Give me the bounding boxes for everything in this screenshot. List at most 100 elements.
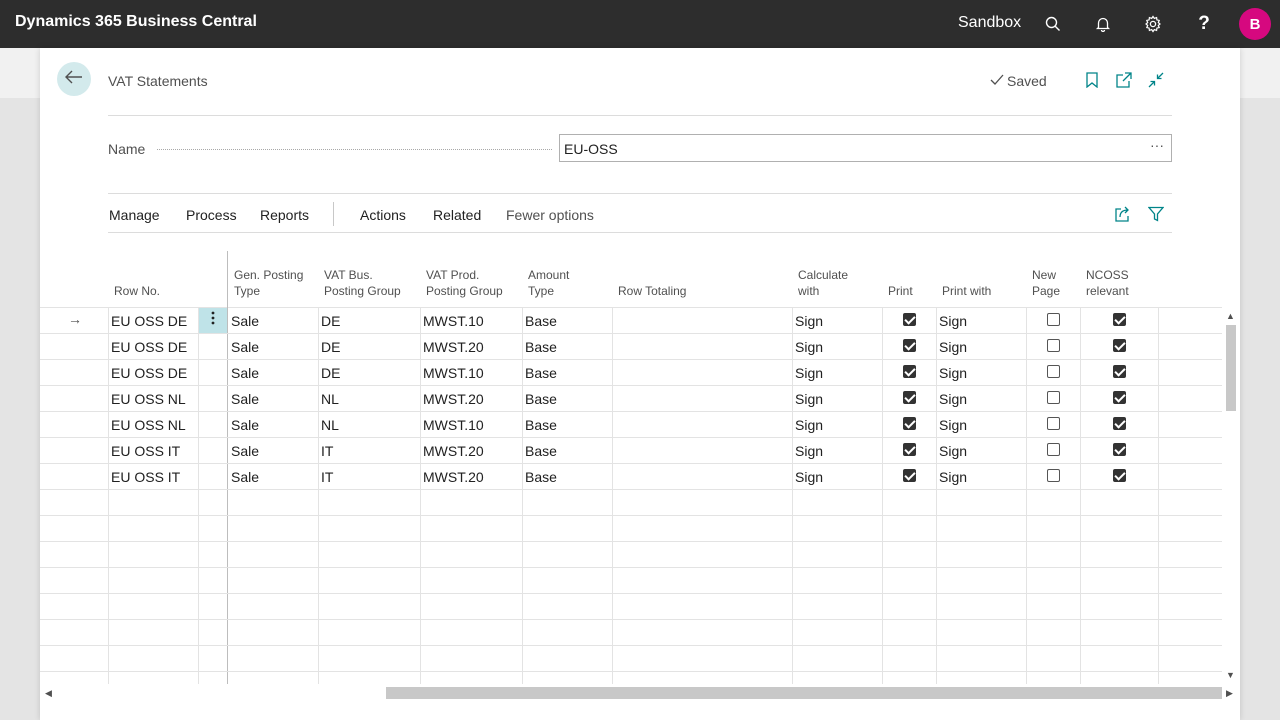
col-header-gen-posting-type[interactable]: Gen. Posting Type [234,267,303,299]
cell-row-no[interactable]: EU OSS IT [111,469,180,485]
checkbox-ncoss[interactable] [1113,417,1126,430]
checkbox-print[interactable] [903,443,916,456]
cell-gen-posting-type[interactable]: Sale [231,443,259,459]
cell-print-with[interactable]: Sign [939,469,967,485]
cell-gen-posting-type[interactable]: Sale [231,313,259,329]
cell-amount-type[interactable]: Base [525,339,557,355]
cell-print-with[interactable]: Sign [939,443,967,459]
action-fewer-options[interactable]: Fewer options [506,207,594,223]
vertical-scroll-thumb[interactable] [1226,325,1236,411]
vertical-scrollbar[interactable]: ▲ ▼ [1222,309,1240,684]
checkbox-ncoss[interactable] [1113,339,1126,352]
checkbox-new-page[interactable] [1047,443,1060,456]
checkbox-new-page[interactable] [1047,365,1060,378]
cell-vat-prod[interactable]: MWST.20 [423,469,484,485]
checkbox-print[interactable] [903,339,916,352]
cell-calculate-with[interactable]: Sign [795,469,823,485]
search-icon[interactable] [1041,12,1065,36]
horizontal-scrollbar[interactable]: ◀ ▶ [40,684,1240,702]
cell-vat-bus[interactable]: DE [321,313,340,329]
cell-vat-bus[interactable]: DE [321,339,340,355]
cell-amount-type[interactable]: Base [525,443,557,459]
bookmark-icon[interactable] [1082,70,1102,90]
cell-calculate-with[interactable]: Sign [795,391,823,407]
checkbox-ncoss[interactable] [1113,469,1126,482]
cell-vat-prod[interactable]: MWST.10 [423,365,484,381]
cell-vat-prod[interactable]: MWST.20 [423,339,484,355]
open-in-new-window-icon[interactable] [1114,70,1134,90]
cell-calculate-with[interactable]: Sign [795,365,823,381]
cell-amount-type[interactable]: Base [525,417,557,433]
col-header-new-page[interactable]: New Page [1032,267,1060,299]
checkbox-new-page[interactable] [1047,313,1060,326]
col-header-calculate-with[interactable]: Calculate with [798,267,848,299]
cell-print-with[interactable]: Sign [939,365,967,381]
col-header-print-with[interactable]: Print with [942,283,991,299]
cell-gen-posting-type[interactable]: Sale [231,365,259,381]
cell-print-with[interactable]: Sign [939,339,967,355]
checkbox-new-page[interactable] [1047,391,1060,404]
cell-vat-prod[interactable]: MWST.10 [423,417,484,433]
scroll-right-arrow-icon[interactable]: ▶ [1226,688,1233,699]
cell-row-no[interactable]: EU OSS DE [111,313,187,329]
cell-print-with[interactable]: Sign [939,313,967,329]
back-button[interactable] [57,62,91,96]
scroll-left-arrow-icon[interactable]: ◀ [45,688,52,699]
cell-amount-type[interactable]: Base [525,365,557,381]
collapse-icon[interactable] [1146,70,1166,90]
col-header-ncoss-relevant[interactable]: NCOSS relevant [1086,267,1129,299]
scroll-down-arrow-icon[interactable]: ▼ [1226,670,1235,680]
cell-gen-posting-type[interactable]: Sale [231,391,259,407]
help-icon[interactable]: ? [1192,12,1216,36]
cell-print-with[interactable]: Sign [939,391,967,407]
action-actions[interactable]: Actions [360,207,406,223]
col-header-row-totaling[interactable]: Row Totaling [618,283,686,299]
col-header-vat-bus-posting-group[interactable]: VAT Bus. Posting Group [324,267,401,299]
checkbox-print[interactable] [903,417,916,430]
action-reports[interactable]: Reports [260,207,309,223]
cell-vat-prod[interactable]: MWST.20 [423,443,484,459]
share-icon[interactable] [1113,204,1133,224]
cell-calculate-with[interactable]: Sign [795,313,823,329]
name-lookup-button[interactable]: ··· [1150,137,1164,153]
cell-calculate-with[interactable]: Sign [795,339,823,355]
checkbox-print[interactable] [903,365,916,378]
scroll-up-arrow-icon[interactable]: ▲ [1226,311,1235,321]
cell-row-no[interactable]: EU OSS NL [111,417,186,433]
user-avatar[interactable]: B [1239,8,1271,40]
cell-print-with[interactable]: Sign [939,417,967,433]
checkbox-ncoss[interactable] [1113,443,1126,456]
cell-row-no[interactable]: EU OSS IT [111,443,180,459]
cell-gen-posting-type[interactable]: Sale [231,339,259,355]
settings-gear-icon[interactable] [1141,12,1165,36]
cell-row-no[interactable]: EU OSS DE [111,339,187,355]
checkbox-ncoss[interactable] [1113,313,1126,326]
col-header-vat-prod-posting-group[interactable]: VAT Prod. Posting Group [426,267,503,299]
checkbox-new-page[interactable] [1047,469,1060,482]
cell-amount-type[interactable]: Base [525,313,557,329]
checkbox-print[interactable] [903,391,916,404]
notification-bell-icon[interactable] [1091,12,1115,36]
cell-vat-bus[interactable]: IT [321,469,333,485]
col-header-print[interactable]: Print [888,283,913,299]
name-input[interactable]: EU-OSS [559,134,1172,162]
cell-gen-posting-type[interactable]: Sale [231,469,259,485]
action-manage[interactable]: Manage [109,207,160,223]
cell-calculate-with[interactable]: Sign [795,417,823,433]
cell-vat-prod[interactable]: MWST.10 [423,313,484,329]
horizontal-scroll-thumb[interactable] [386,687,1222,699]
action-related[interactable]: Related [433,207,481,223]
app-title[interactable]: Dynamics 365 Business Central [15,13,257,31]
cell-vat-prod[interactable]: MWST.20 [423,391,484,407]
cell-vat-bus[interactable]: NL [321,417,339,433]
checkbox-new-page[interactable] [1047,339,1060,352]
cell-vat-bus[interactable]: IT [321,443,333,459]
cell-amount-type[interactable]: Base [525,469,557,485]
checkbox-ncoss[interactable] [1113,365,1126,378]
cell-gen-posting-type[interactable]: Sale [231,417,259,433]
filter-icon[interactable] [1146,204,1166,224]
cell-vat-bus[interactable]: NL [321,391,339,407]
cell-vat-bus[interactable]: DE [321,365,340,381]
checkbox-print[interactable] [903,469,916,482]
row-actions-button[interactable] [199,308,227,333]
